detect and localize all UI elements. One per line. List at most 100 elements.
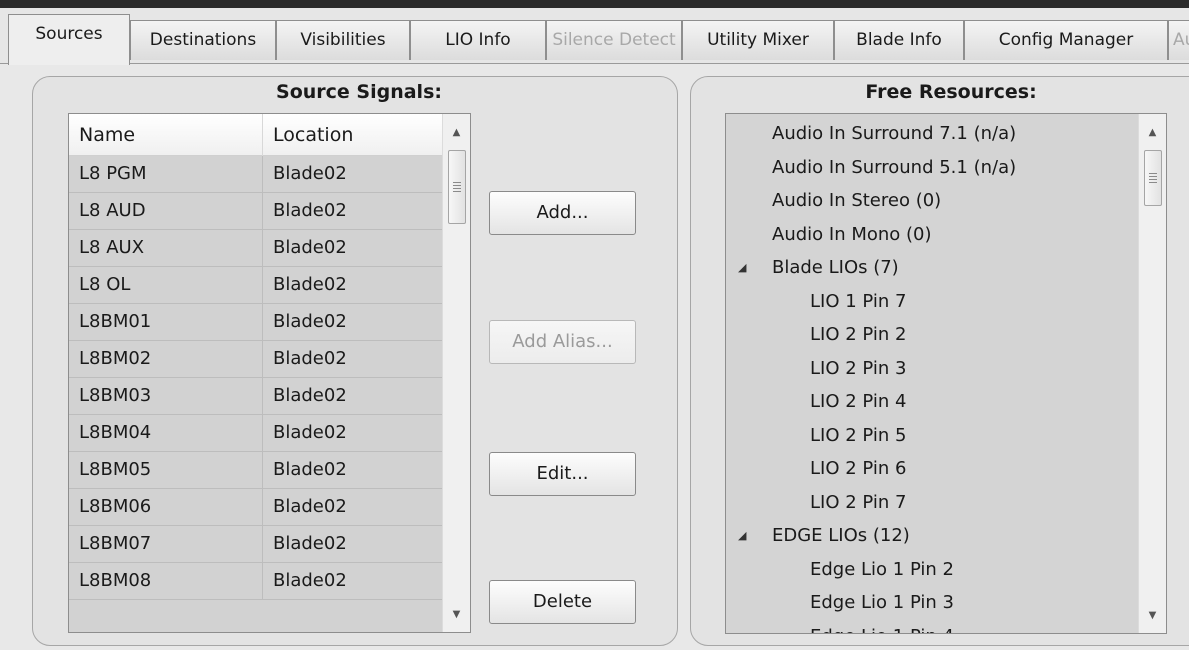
tree-item[interactable]: Edge Lio 1 Pin 4 [726, 620, 1126, 634]
delete-button[interactable]: Delete [489, 580, 636, 624]
tab-config-manager[interactable]: Config Manager [964, 20, 1168, 60]
tree-item[interactable]: Audio In Stereo (0) [726, 184, 1126, 218]
cell-location: Blade02 [273, 385, 347, 406]
cell-name: L8BM03 [69, 378, 263, 414]
edit-button[interactable]: Edit... [489, 452, 636, 496]
cell-location: Blade02 [273, 570, 347, 591]
tab-blade-info[interactable]: Blade Info [834, 20, 964, 60]
column-header-name[interactable]: Name [69, 114, 263, 156]
table-row[interactable]: L8BM08 Blade02 [69, 563, 443, 600]
tab-sources[interactable]: Sources [8, 14, 130, 65]
tree-item[interactable]: LIO 2 Pin 7 [726, 486, 1126, 520]
table-row[interactable]: L8 AUD Blade02 [69, 193, 443, 230]
cell-name: L8BM01 [69, 304, 263, 340]
window-top-border [0, 0, 1189, 8]
table-row[interactable]: L8BM06 Blade02 [69, 489, 443, 526]
source-list-rows: L8 PGM Blade02 L8 AUD Blade02 L8 AUX Blade0… [69, 156, 443, 600]
tab-utility-mixer[interactable]: Utility Mixer [682, 20, 834, 60]
tab-audio-partial[interactable]: Au [1168, 20, 1189, 60]
scroll-down-arrow-icon[interactable]: ▼ [1139, 603, 1166, 629]
cell-location: Blade02 [273, 496, 347, 517]
table-row[interactable]: L8 PGM Blade02 [69, 156, 443, 193]
cell-name: L8BM07 [69, 526, 263, 562]
cell-name: L8 PGM [69, 156, 263, 192]
cell-location: Blade02 [273, 237, 347, 258]
grip-icon [1149, 173, 1157, 183]
scrollbar-thumb[interactable] [1144, 150, 1162, 206]
tab-bar: Sources Destinations Visibilities LIO In… [0, 8, 1189, 65]
tab-visibilities[interactable]: Visibilities [276, 20, 410, 60]
tree-item[interactable]: LIO 2 Pin 3 [726, 352, 1126, 386]
scroll-down-arrow-icon[interactable]: ▼ [443, 602, 470, 628]
tree-item[interactable]: Audio In Surround 5.1 (n/a) [726, 151, 1126, 185]
expand-arrow-icon[interactable]: ◢ [738, 519, 746, 552]
tree-item-label: LIO 2 Pin 3 [810, 357, 907, 379]
tree-item[interactable]: Edge Lio 1 Pin 2 [726, 553, 1126, 587]
tree-item-label: Audio In Stereo (0) [772, 190, 942, 211]
tree-item-label: Audio In Surround 5.1 (n/a) [772, 156, 1017, 178]
resources-scrollbar[interactable]: ▲ ▼ [1138, 114, 1166, 633]
cell-location: Blade02 [273, 311, 347, 332]
tree-item-label: Edge Lio 1 Pin 3 [810, 592, 954, 613]
cell-name: L8BM04 [69, 415, 263, 451]
tree-item[interactable]: ◢ EDGE LIOs (12) [726, 519, 1126, 553]
scroll-up-arrow-icon[interactable]: ▲ [443, 120, 470, 146]
tree-item[interactable]: Edge Lio 1 Pin 3 [726, 586, 1126, 620]
tree-item[interactable]: LIO 2 Pin 5 [726, 419, 1126, 453]
tab-silence-detect[interactable]: Silence Detect [546, 20, 682, 60]
tree-items: Audio In Surround 7.1 (n/a) Audio In Surr… [726, 117, 1126, 634]
tree-item[interactable]: ◢ Blade LIOs (7) [726, 251, 1126, 285]
source-signals-list[interactable]: Name Location L8 PGM Blade02 L8 AUD Blade0… [68, 113, 471, 633]
free-resources-tree[interactable]: Audio In Surround 7.1 (n/a) Audio In Surr… [725, 113, 1167, 634]
table-row[interactable]: L8BM07 Blade02 [69, 526, 443, 563]
table-row[interactable]: L8BM01 Blade02 [69, 304, 443, 341]
table-row[interactable]: L8 AUX Blade02 [69, 230, 443, 267]
cell-location: Blade02 [273, 200, 347, 221]
source-list-header: Name Location [69, 114, 443, 156]
table-row[interactable]: L8 OL Blade02 [69, 267, 443, 304]
column-header-location[interactable]: Location [263, 114, 443, 156]
table-row[interactable]: L8BM02 Blade02 [69, 341, 443, 378]
tree-item-label: Audio In Surround 7.1 (n/a) [772, 123, 1017, 144]
add-alias-button[interactable]: Add Alias... [489, 320, 636, 364]
tree-item[interactable]: LIO 2 Pin 2 [726, 318, 1126, 352]
free-resources-title: Free Resources: [846, 79, 1056, 105]
tree-item-label: LIO 2 Pin 6 [810, 458, 907, 479]
table-row[interactable]: L8BM05 Blade02 [69, 452, 443, 489]
tree-item-label: LIO 2 Pin 2 [810, 324, 907, 345]
tree-item-label: Audio In Mono (0) [772, 223, 932, 245]
tree-item[interactable]: LIO 1 Pin 7 [726, 285, 1126, 319]
cell-name: L8BM08 [69, 563, 263, 599]
source-signals-title: Source Signals: [262, 79, 456, 105]
tree-item[interactable]: Audio In Surround 7.1 (n/a) [726, 117, 1126, 151]
add-button[interactable]: Add... [489, 191, 636, 235]
cell-name: L8 AUX [69, 230, 263, 266]
cell-location: Blade02 [273, 422, 347, 443]
scroll-up-arrow-icon[interactable]: ▲ [1139, 120, 1166, 146]
cell-location: Blade02 [273, 348, 347, 369]
cell-location: Blade02 [273, 533, 347, 554]
tree-item-label: LIO 2 Pin 5 [810, 424, 907, 446]
cell-location: Blade02 [273, 274, 347, 295]
tab-lio-info[interactable]: LIO Info [410, 20, 546, 60]
tree-item[interactable]: Audio In Mono (0) [726, 218, 1126, 252]
tree-item-label: LIO 1 Pin 7 [810, 290, 907, 312]
tree-item-label: EDGE LIOs (12) [772, 525, 910, 546]
tree-item-label: LIO 2 Pin 7 [810, 491, 907, 513]
source-list-scrollbar[interactable]: ▲ ▼ [442, 114, 470, 632]
tree-item-label: Blade LIOs (7) [772, 257, 899, 278]
cell-name: L8 OL [69, 267, 263, 303]
grip-icon [453, 182, 461, 192]
scrollbar-thumb[interactable] [448, 150, 466, 224]
tree-item[interactable]: LIO 2 Pin 6 [726, 452, 1126, 486]
tab-destinations[interactable]: Destinations [130, 20, 276, 60]
tree-item-label: Edge Lio 1 Pin 2 [810, 558, 954, 580]
table-row[interactable]: L8BM03 Blade02 [69, 378, 443, 415]
cell-name: L8BM06 [69, 489, 263, 525]
expand-arrow-icon[interactable]: ◢ [738, 251, 746, 284]
tree-item[interactable]: LIO 2 Pin 4 [726, 385, 1126, 419]
cell-location: Blade02 [273, 459, 347, 480]
cell-name: L8BM05 [69, 452, 263, 488]
table-row[interactable]: L8BM04 Blade02 [69, 415, 443, 452]
cell-name: L8BM02 [69, 341, 263, 377]
